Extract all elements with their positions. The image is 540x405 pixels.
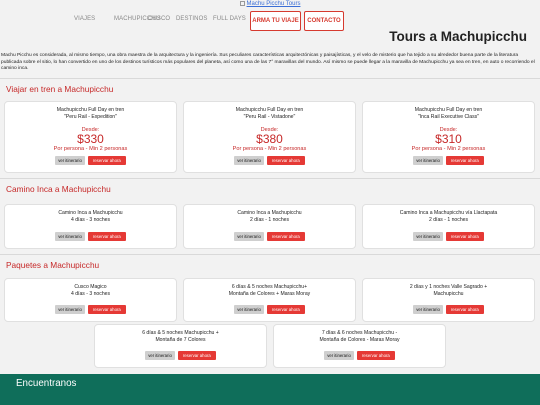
card-actions: ver itinerario reservar ahora	[274, 344, 445, 362]
ver-itinerario-button[interactable]: ver itinerario	[55, 156, 85, 165]
reservar-ahora-button[interactable]: reservar ahora	[445, 156, 484, 165]
tour-card: Camino Inca a Machupicchu vía Llactapata…	[362, 204, 535, 249]
footer-title: Encuentranos	[16, 378, 77, 389]
card-subtitle: "Inca Rail Executive Class"	[417, 114, 480, 120]
card-title: 7 días & 6 noches Machupicchu -	[321, 330, 398, 336]
tour-card: Machupicchu Full Day en tren "Peru Rail …	[4, 101, 177, 173]
reservar-ahora-button[interactable]: reservar ahora	[87, 232, 126, 241]
card-title: Machupicchu Full Day en tren	[414, 107, 483, 113]
footer: Encuentranos	[0, 374, 540, 405]
section-divider	[0, 178, 540, 179]
reservar-ahora-button[interactable]: reservar ahora	[177, 351, 216, 360]
section-divider	[0, 254, 540, 255]
ver-itinerario-button[interactable]: ver itinerario	[324, 351, 354, 360]
card-subtitle: 4 días - 3 noches	[70, 217, 111, 223]
reservar-ahora-button[interactable]: reservar ahora	[87, 305, 126, 314]
reservar-ahora-button[interactable]: reservar ahora	[445, 305, 484, 314]
card-title: 2 días y 1 noches Valle Sagrado +	[409, 284, 488, 290]
price: $310	[435, 132, 462, 146]
ver-itinerario-button[interactable]: ver itinerario	[234, 156, 264, 165]
reservar-ahora-button[interactable]: reservar ahora	[266, 232, 305, 241]
card-title: Machupicchu Full Day en tren	[56, 107, 125, 113]
section-title-tren: Viajar en tren a Machupicchu	[6, 84, 114, 94]
ver-itinerario-button[interactable]: ver itinerario	[234, 305, 264, 314]
card-actions: ver itinerario reservar ahora	[363, 149, 534, 167]
tour-card: 7 días & 6 noches Machupicchu - Montaña …	[273, 324, 446, 368]
card-subtitle: "Peru Rail - Vistadone"	[243, 114, 296, 120]
tour-card: 2 días y 1 noches Valle Sagrado + Machup…	[362, 278, 535, 322]
card-title: Camino Inca a Machupicchu	[237, 210, 302, 216]
reservar-ahora-button[interactable]: reservar ahora	[266, 156, 305, 165]
tour-card: Camino Inca a Machupicchu 4 días - 3 noc…	[4, 204, 177, 249]
ver-itinerario-button[interactable]: ver itinerario	[145, 351, 175, 360]
tour-card: Cusco Magico 4 días - 3 noches ver itine…	[4, 278, 177, 322]
card-actions: ver itinerario reservar ahora	[95, 344, 266, 362]
page-title: Tours a Machupicchu	[389, 29, 527, 44]
section-title-paquetes: Paquetes a Machupicchu	[6, 260, 100, 270]
card-subtitle: Montaña de Colores + Maras Moray	[228, 291, 311, 297]
card-subtitle: Montaña de Colores - Maras Moray	[319, 337, 400, 343]
arma-tu-viaje-button[interactable]: ARMA TU VIAJE	[250, 11, 301, 31]
price: $380	[256, 132, 283, 146]
logo-link[interactable]: Machu Picchu Tours	[0, 0, 540, 8]
card-actions: ver itinerario reservar ahora	[184, 225, 355, 243]
contacto-button[interactable]: CONTACTO	[304, 11, 344, 31]
main-nav: VIAJES MACHUPICCHU CUSCO DESTINOS FULL D…	[0, 11, 540, 31]
card-title: Camino Inca a Machupicchu	[58, 210, 123, 216]
tour-card: Machupicchu Full Day en tren "Inca Rail …	[362, 101, 535, 173]
logo-alt-text: Machu Picchu Tours	[246, 1, 301, 7]
card-actions: ver itinerario reservar ahora	[184, 149, 355, 167]
card-title: Cusco Magico	[74, 284, 107, 290]
card-title: Camino Inca a Machupicchu vía Llactapata	[399, 210, 498, 216]
card-title: 6 días & 5 noches Machupicchu+	[231, 284, 308, 290]
ver-itinerario-button[interactable]: ver itinerario	[234, 232, 264, 241]
intro-paragraph: Machu Picchu es considerada, al mismo ti…	[1, 53, 535, 72]
section-title-camino-inca: Camino Inca a Machupicchu	[6, 184, 111, 194]
reservar-ahora-button[interactable]: reservar ahora	[266, 305, 305, 314]
card-actions: ver itinerario reservar ahora	[5, 298, 176, 316]
tour-card: Machupicchu Full Day en tren "Peru Rail …	[183, 101, 356, 173]
broken-image-icon	[239, 0, 245, 6]
ver-itinerario-button[interactable]: ver itinerario	[55, 232, 85, 241]
ver-itinerario-button[interactable]: ver itinerario	[413, 305, 443, 314]
section-divider	[0, 78, 540, 79]
tour-card: Camino Inca a Machupicchu 2 días - 1 noc…	[183, 204, 356, 249]
nav-item-destinos[interactable]: DESTINOS	[176, 16, 207, 22]
card-subtitle: 4 días - 3 noches	[70, 291, 111, 297]
tour-card: 6 días & 5 noches Machupicchu+ Montaña d…	[183, 278, 356, 322]
nav-item-viajes[interactable]: VIAJES	[74, 16, 95, 22]
card-actions: ver itinerario reservar ahora	[184, 298, 355, 316]
card-subtitle: "Peru Rail - Expedition"	[64, 114, 117, 120]
nav-item-cusco[interactable]: CUSCO	[148, 16, 170, 22]
card-actions: ver itinerario reservar ahora	[363, 298, 534, 316]
card-actions: ver itinerario reservar ahora	[363, 225, 534, 243]
nav-item-full-days[interactable]: FULL DAYS	[213, 16, 246, 22]
reservar-ahora-button[interactable]: reservar ahora	[445, 232, 484, 241]
reservar-ahora-button[interactable]: reservar ahora	[356, 351, 395, 360]
price: $330	[77, 132, 104, 146]
ver-itinerario-button[interactable]: ver itinerario	[55, 305, 85, 314]
card-subtitle: 2 días - 1 noches	[249, 217, 290, 223]
card-actions: ver itinerario reservar ahora	[5, 149, 176, 167]
tour-card: 6 días & 5 noches Machupicchu + Montaña …	[94, 324, 267, 368]
card-title: Machupicchu Full Day en tren	[235, 107, 304, 113]
card-actions: ver itinerario reservar ahora	[5, 225, 176, 243]
card-subtitle: Machupicchu	[433, 291, 464, 297]
card-subtitle: Montaña de 7 Colores	[155, 337, 206, 343]
ver-itinerario-button[interactable]: ver itinerario	[413, 156, 443, 165]
reservar-ahora-button[interactable]: reservar ahora	[87, 156, 126, 165]
ver-itinerario-button[interactable]: ver itinerario	[413, 232, 443, 241]
card-subtitle: 2 días - 1 noches	[428, 217, 469, 223]
card-title: 6 días & 5 noches Machupicchu +	[142, 330, 219, 336]
